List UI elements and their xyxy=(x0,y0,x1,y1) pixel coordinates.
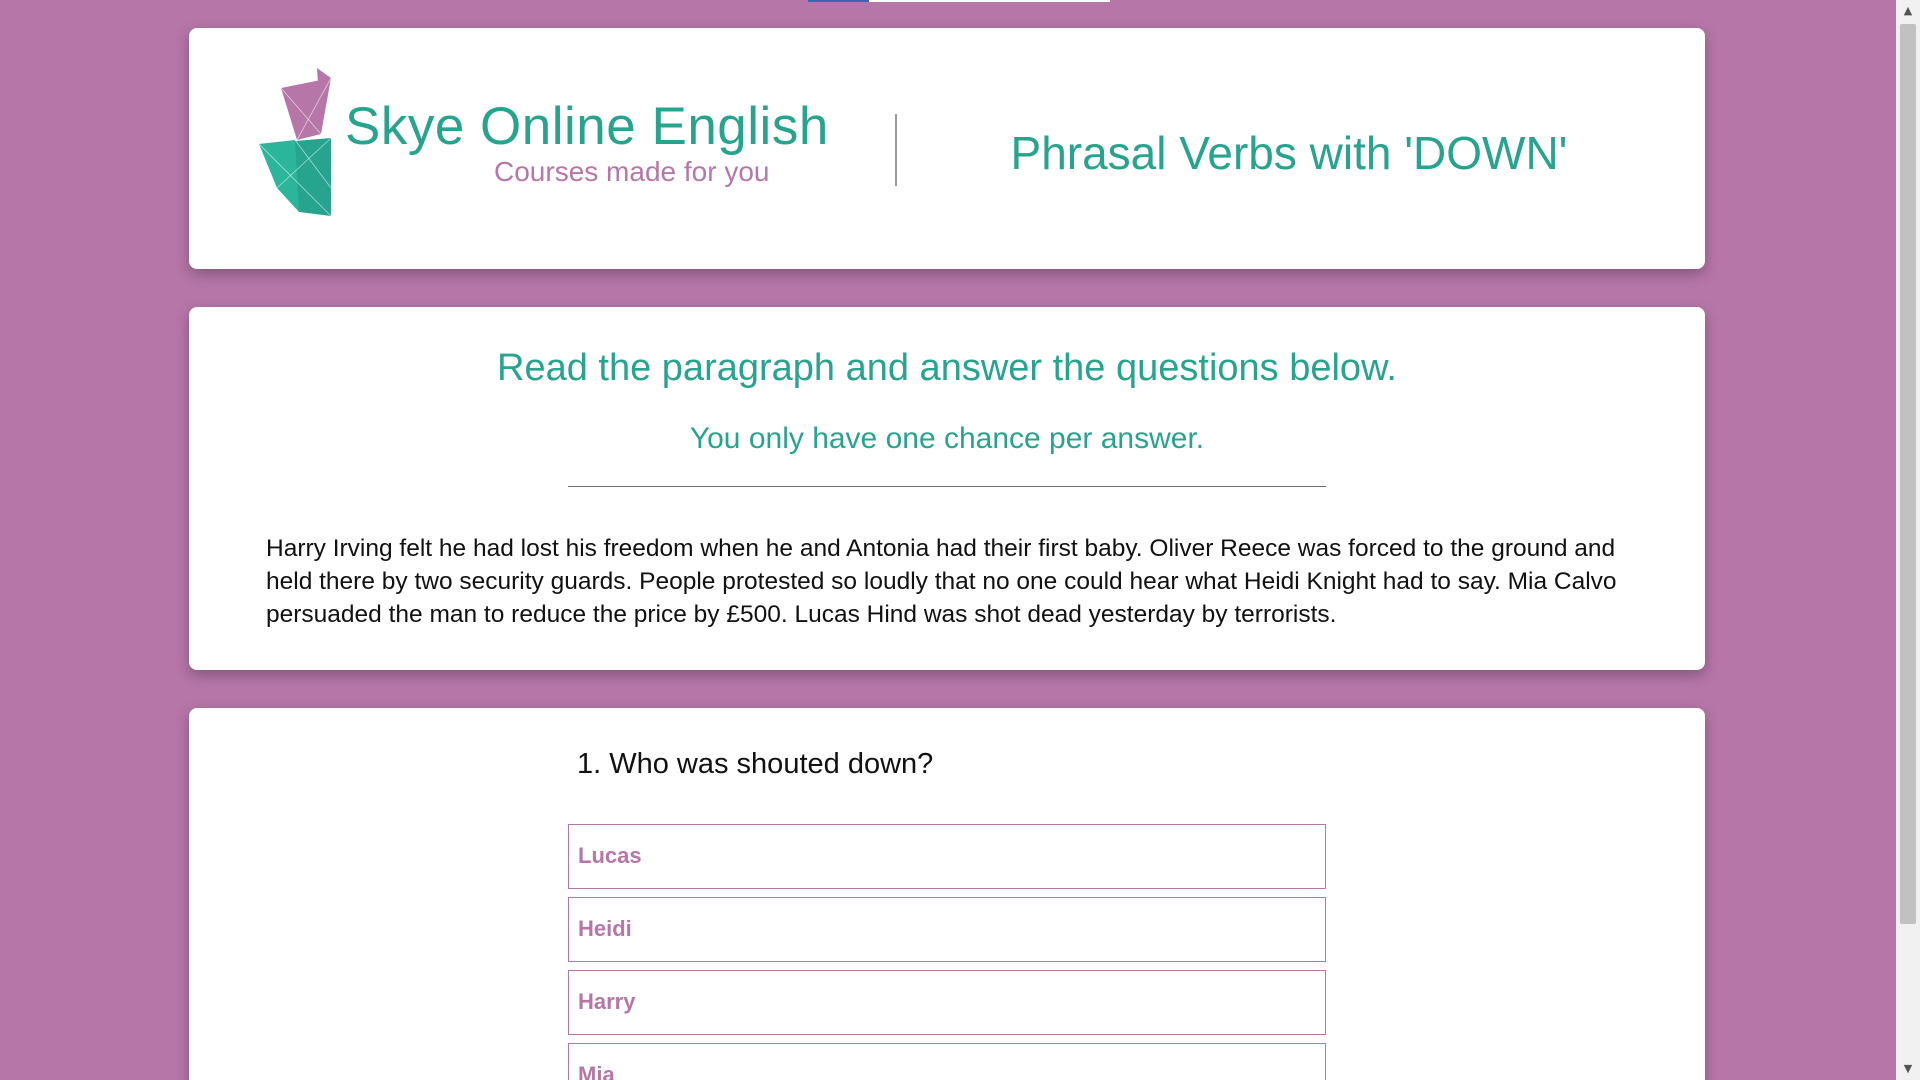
answer-option-harry[interactable]: Harry xyxy=(568,970,1326,1035)
logo-tagline: Courses made for you xyxy=(494,156,770,187)
vertical-scrollbar[interactable]: ▲ ▼ xyxy=(1896,0,1920,1080)
top-progress-bar xyxy=(808,0,1110,2)
top-progress-fill xyxy=(808,0,869,2)
header-divider xyxy=(895,114,897,186)
answer-option-heidi[interactable]: Heidi xyxy=(568,897,1326,962)
reading-paragraph: Harry Irving felt he had lost his freedo… xyxy=(266,535,1617,628)
logo-mark-icon xyxy=(259,68,332,216)
instructions-title: Read the paragraph and answer the questi… xyxy=(497,347,1397,389)
instructions-divider xyxy=(568,486,1326,487)
answer-option-label: Mia xyxy=(578,1062,615,1080)
answer-option-lucas[interactable]: Lucas xyxy=(568,824,1326,889)
answer-option-label: Harry xyxy=(578,989,636,1014)
answer-option-label: Lucas xyxy=(578,843,642,868)
scroll-up-icon[interactable]: ▲ xyxy=(1896,0,1920,22)
scrollbar-thumb[interactable] xyxy=(1900,24,1916,924)
answer-option-label: Heidi xyxy=(578,916,632,941)
question-card: 1. Who was shouted down? Lucas Heidi Har… xyxy=(189,708,1705,1080)
instructions-subtitle: You only have one chance per answer. xyxy=(689,422,1205,455)
logo: Skye Online English Courses made for you xyxy=(259,68,849,218)
scroll-down-icon[interactable]: ▼ xyxy=(1896,1058,1920,1080)
page-title: Phrasal Verbs with 'DOWN' xyxy=(1010,127,1568,179)
logo-brand-name: Skye Online English xyxy=(345,97,829,156)
header-card: Skye Online English Courses made for you… xyxy=(189,28,1705,269)
question-text: 1. Who was shouted down? xyxy=(577,748,934,780)
answer-option-mia[interactable]: Mia xyxy=(568,1043,1326,1080)
instructions-card: Read the paragraph and answer the questi… xyxy=(189,307,1705,670)
